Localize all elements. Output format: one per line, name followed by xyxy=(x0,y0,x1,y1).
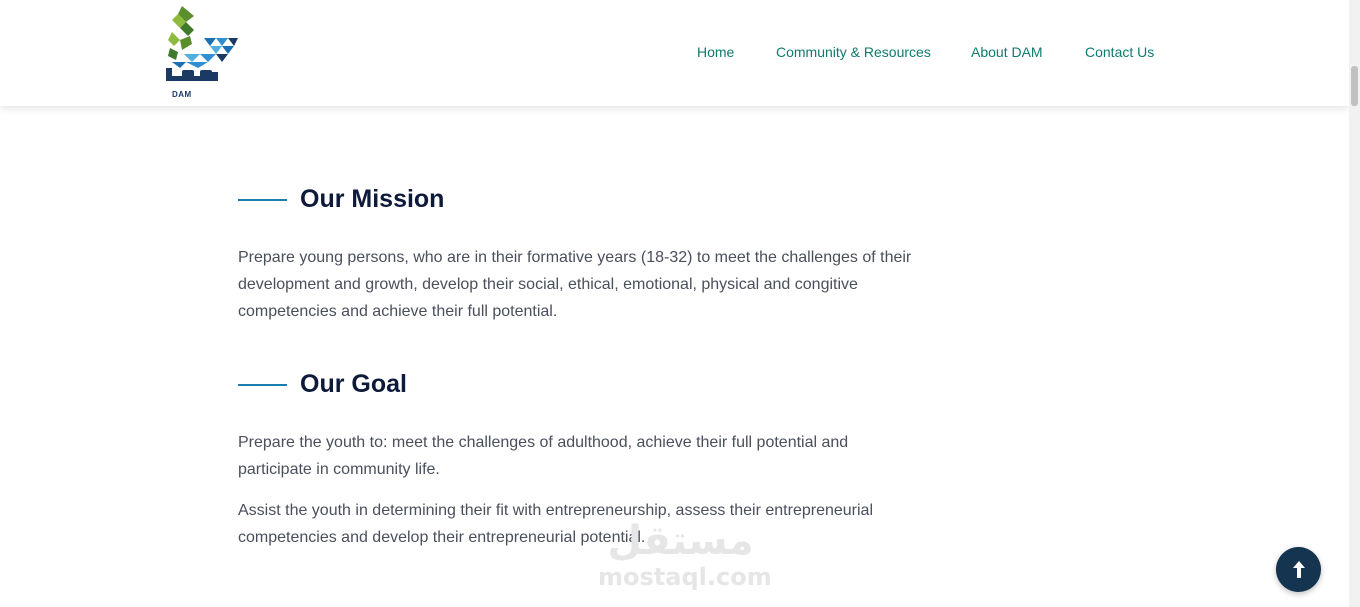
goal-paragraph-2: Assist the youth in determining their fi… xyxy=(238,502,873,546)
goal-title: Our Goal xyxy=(300,370,407,398)
back-to-top-button[interactable] xyxy=(1276,547,1321,592)
nav-community-resources[interactable]: Community & Resources xyxy=(776,44,931,60)
mission-heading: Our Mission xyxy=(238,185,444,214)
scrollbar-thumb[interactable] xyxy=(1351,66,1358,106)
heading-accent-line xyxy=(238,198,287,201)
mission-text: Prepare young persons, who are in their … xyxy=(238,249,912,320)
nav-about-dam[interactable]: About DAM xyxy=(971,44,1043,60)
goal-heading: Our Goal xyxy=(238,370,407,399)
page-scrollbar[interactable] xyxy=(1349,0,1360,607)
watermark-latin: mostaql.com xyxy=(598,563,772,591)
goal-paragraph-1: Prepare the youth to: meet the challenge… xyxy=(238,434,849,478)
nav-home[interactable]: Home xyxy=(697,44,734,60)
arrow-up-icon xyxy=(1292,560,1305,578)
mission-title: Our Mission xyxy=(300,185,445,213)
dam-logo[interactable]: DAM xyxy=(164,6,240,102)
nav-contact-us[interactable]: Contact Us xyxy=(1085,44,1154,60)
dam-logo-icon xyxy=(166,6,238,81)
logo-caption: DAM xyxy=(172,90,192,99)
site-header: DAM Home Community & Resources About DAM… xyxy=(0,0,1349,106)
heading-accent-line xyxy=(238,383,287,386)
